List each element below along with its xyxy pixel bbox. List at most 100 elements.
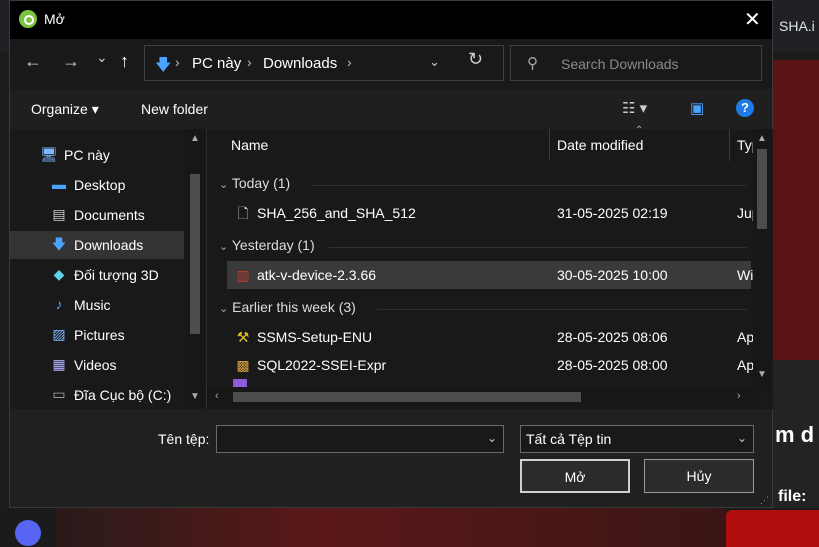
scroll-right-icon[interactable]: ›	[737, 390, 741, 402]
file-type: Ap	[737, 329, 755, 345]
background-banner	[773, 60, 819, 360]
column-separator[interactable]	[549, 129, 550, 161]
scroll-down-icon[interactable]: ▼	[757, 369, 767, 380]
chevron-down-icon[interactable]: ⌄	[487, 431, 497, 445]
filename-input[interactable]: ⌄	[216, 425, 504, 453]
drive-icon: ▭	[52, 386, 66, 402]
file-date: 31-05-2025 02:19	[557, 205, 668, 221]
organize-button[interactable]: Organize ▾	[31, 101, 99, 118]
group-divider	[311, 185, 747, 186]
dialog-footer: Tên tệp: ⌄ Tất cả Tệp tin ⌄ Mở Hủy ⋰	[10, 409, 772, 507]
background-heading: m d	[775, 422, 815, 447]
downloads-arrow-icon: 🡇	[155, 57, 172, 74]
file-type-select[interactable]: Tất cả Tệp tin ⌄	[520, 425, 754, 453]
preview-pane-icon[interactable]: ▣	[690, 99, 704, 117]
search-box[interactable]: ⚲ Search Downloads	[510, 45, 762, 81]
taskbar-strip	[56, 508, 726, 547]
column-name[interactable]: Name	[231, 137, 268, 153]
refresh-icon[interactable]: ↻	[468, 49, 483, 70]
file-list-horizontal-scrollbar[interactable]: ‹ ›	[207, 387, 753, 407]
cancel-button[interactable]: Hủy	[644, 459, 754, 493]
scroll-up-icon[interactable]: ▲	[757, 133, 767, 144]
column-date-modified[interactable]: Date modified	[557, 137, 643, 153]
close-button[interactable]: ✕	[744, 7, 761, 32]
view-options-icon[interactable]: ☷ ▾	[622, 99, 647, 117]
sidebar-item-music[interactable]: ♪ Music	[10, 291, 184, 319]
scroll-down-icon[interactable]: ▼	[190, 391, 200, 402]
videos-icon: ▦	[52, 356, 66, 372]
group-header-earlier-this-week[interactable]: ⌄ Earlier this week (3)	[219, 299, 356, 315]
file-name: SSMS-Setup-ENU	[257, 329, 373, 345]
scroll-left-icon[interactable]: ‹	[215, 390, 219, 402]
scroll-thumb[interactable]	[757, 149, 767, 229]
navigation-pane: 🖥 PC này ▬ Desktop ▤ Documents 🡇 Downloa…	[10, 129, 206, 409]
scroll-thumb[interactable]	[233, 392, 581, 402]
new-folder-button[interactable]: New folder	[141, 101, 208, 117]
up-icon[interactable]: ↑	[120, 51, 129, 72]
breadcrumb-pc[interactable]: PC này	[192, 55, 241, 72]
file-list: Name Date modified Typ ⌃ ⌄ Today (1) 🗋 S…	[206, 125, 773, 409]
file-row[interactable]: ⚒ SSMS-Setup-ENU 28-05-2025 08:06 Ap	[227, 323, 755, 351]
sidebar-item-desktop[interactable]: ▬ Desktop	[10, 171, 184, 199]
sidebar-item-drive-c[interactable]: ▭ Đĩa Cục bộ (C:)	[10, 381, 184, 409]
background-red-button	[726, 510, 819, 547]
chevron-down-icon: ⌄	[219, 179, 229, 191]
file-row[interactable]: ▥ atk-v-device-2.3.66 30-05-2025 10:00 W…	[227, 261, 754, 289]
sidebar-item-label: Documents	[74, 207, 145, 223]
file-date: 28-05-2025 08:06	[557, 329, 668, 345]
forward-icon[interactable]: →	[62, 51, 80, 72]
file-type: Wi	[737, 267, 754, 283]
chevron-down-icon: ⌄	[219, 241, 229, 253]
group-divider	[329, 247, 747, 248]
installer-file-icon: ▩	[236, 357, 250, 373]
sidebar-item-documents[interactable]: ▤ Documents	[10, 201, 184, 229]
address-dropdown-icon[interactable]: ⌄	[429, 54, 440, 70]
chevron-down-icon: ⌄	[219, 303, 229, 315]
recent-locations-icon[interactable]: ⌄	[96, 49, 108, 66]
scroll-up-icon[interactable]: ▲	[190, 133, 200, 144]
music-icon: ♪	[55, 296, 63, 312]
background-site-text: SHA.i	[779, 18, 815, 34]
chevron-right-icon[interactable]: ›	[347, 54, 352, 70]
column-separator[interactable]	[729, 129, 730, 161]
file-date: 28-05-2025 08:00	[557, 357, 668, 373]
chevron-down-icon[interactable]: ⌄	[737, 431, 747, 445]
background-file-text: file:	[778, 488, 807, 505]
sidebar-item-pictures[interactable]: ▨ Pictures	[10, 321, 184, 349]
file-name: SQL2022-SSEI-Expr	[257, 357, 387, 373]
file-list-vertical-scrollbar[interactable]: ▲ ▼	[753, 129, 771, 391]
sidebar-item-downloads[interactable]: 🡇 Downloads	[10, 231, 184, 259]
back-icon[interactable]: ←	[24, 51, 42, 72]
sidebar-item-3d-objects[interactable]: ◆ Đối tượng 3D	[10, 261, 184, 289]
sidebar-item-label: Downloads	[74, 237, 144, 253]
filename-label: Tên tệp:	[158, 431, 210, 447]
document-file-icon: 🗋	[237, 205, 249, 221]
archive-file-icon: ▥	[236, 267, 250, 283]
file-row[interactable]: 🗋 SHA_256_and_SHA_512 31-05-2025 02:19 J…	[227, 199, 759, 227]
scroll-thumb[interactable]	[190, 174, 200, 334]
navigation-bar: ← → ⌄ ↑ 🡇 › PC này › Downloads › ⌄ ↻ ⚲ S…	[10, 39, 772, 89]
discord-icon[interactable]	[15, 520, 41, 546]
search-icon: ⚲	[527, 55, 538, 72]
file-name: atk-v-device-2.3.66	[257, 267, 377, 283]
sidebar-item-label: Desktop	[74, 177, 126, 193]
group-divider	[377, 309, 747, 310]
resize-grip-icon[interactable]: ⋰	[760, 495, 769, 506]
breadcrumb-downloads[interactable]: Downloads	[263, 55, 337, 72]
group-header-today[interactable]: ⌄ Today (1)	[219, 175, 290, 191]
sidebar-item-label: Pictures	[74, 327, 125, 343]
search-placeholder: Search Downloads	[561, 56, 679, 72]
sidebar-scrollbar[interactable]: ▲ ▼	[186, 129, 204, 409]
dialog-title: Mở	[44, 11, 65, 27]
app-icon	[19, 10, 37, 28]
desktop-icon: ▬	[52, 176, 66, 192]
open-button[interactable]: Mở	[520, 459, 630, 493]
sort-indicator-icon: ⌃	[635, 125, 644, 136]
help-icon[interactable]: ?	[736, 99, 754, 117]
sidebar-item-videos[interactable]: ▦ Videos	[10, 351, 184, 379]
group-header-yesterday[interactable]: ⌄ Yesterday (1)	[219, 237, 315, 253]
sidebar-item-pc[interactable]: 🖥 PC này	[10, 141, 184, 169]
pictures-icon: ▨	[52, 326, 66, 342]
file-row[interactable]: ▩ SQL2022-SSEI-Expr 28-05-2025 08:00 Ap	[227, 351, 754, 379]
address-bar[interactable]: 🡇 › PC này › Downloads › ⌄	[144, 45, 504, 81]
